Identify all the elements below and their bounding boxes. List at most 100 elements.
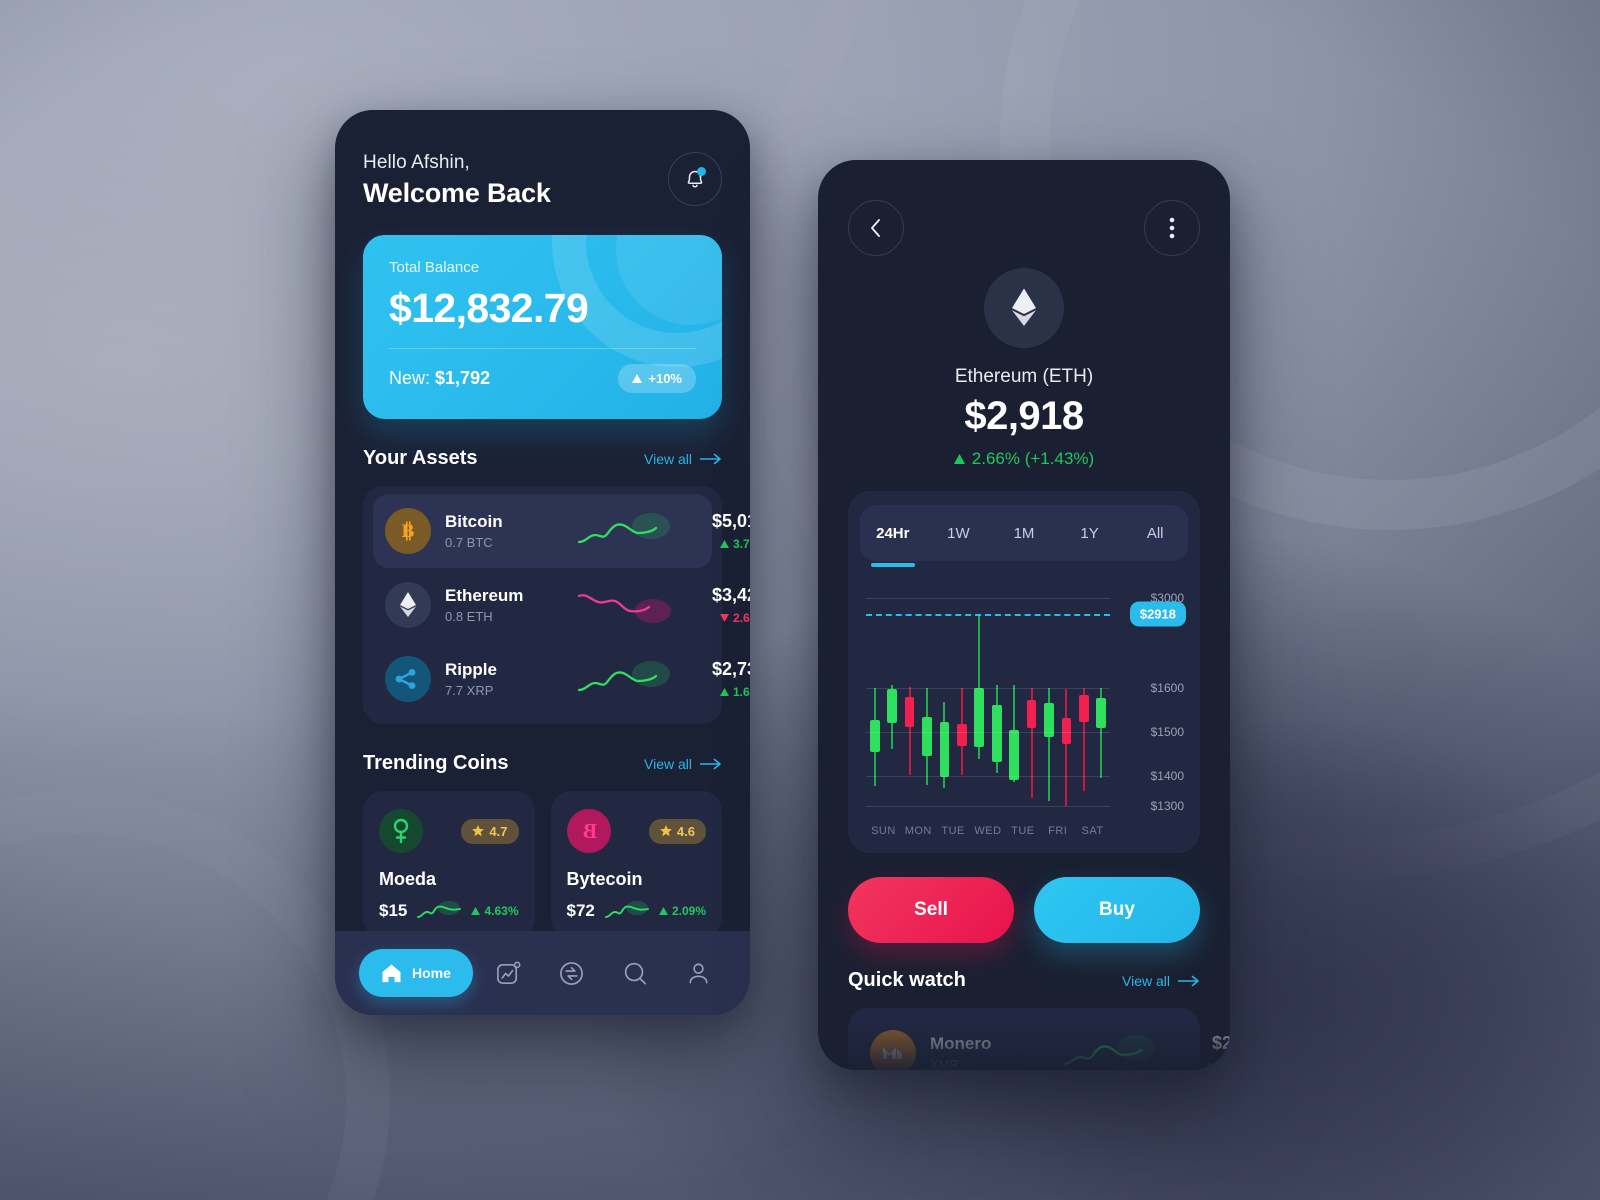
current-price-line	[866, 613, 1110, 616]
candle	[1061, 587, 1072, 819]
nav-item-home[interactable]: Home	[359, 949, 473, 997]
chart-day-label: SAT	[1081, 825, 1104, 837]
tab-label: 24Hr	[876, 524, 910, 542]
candle-body	[904, 696, 915, 727]
quick-watch-list: Monero XMR $258 1.63%	[848, 1008, 1230, 1070]
candle-body	[956, 724, 967, 747]
ethereum-glyph-icon	[400, 592, 416, 617]
candle-body	[1009, 729, 1019, 780]
total-balance-card[interactable]: Total Balance $12,832.79 New: $1,792 +10…	[363, 235, 722, 419]
tab-24hr[interactable]: 24Hr	[860, 505, 926, 561]
chart-y-axis-label: $1400	[1150, 769, 1184, 784]
trending-list: 4.7 Moeda $15 4.63% B 4.6 Bytecoin $72 2…	[363, 791, 722, 938]
monero-icon	[870, 1030, 916, 1070]
asset-holding: 0.7 BTC	[445, 535, 493, 550]
trending-name: Moeda	[379, 869, 437, 889]
triangle-down-icon	[720, 614, 729, 622]
candle	[869, 587, 880, 819]
home-icon	[382, 964, 401, 982]
asset-change: 3.79%	[687, 537, 750, 551]
trending-card-moeda[interactable]: 4.7 Moeda $15 4.63%	[363, 791, 535, 938]
chart-day-label: TUE	[1011, 825, 1035, 837]
quick-watch-price: $258	[1211, 1033, 1230, 1053]
nav-item-chart[interactable]	[481, 960, 536, 987]
sell-button[interactable]: Sell	[848, 877, 1014, 943]
triangle-up-icon	[632, 374, 643, 383]
notification-button[interactable]	[668, 152, 722, 206]
nav-item-profile[interactable]	[671, 960, 726, 987]
chart-y-axis-label: $1600	[1150, 680, 1184, 695]
asset-name: Bitcoin	[445, 512, 503, 531]
quick-watch-view-all-link[interactable]: View all	[1122, 973, 1200, 989]
asset-holding: 7.7 XRP	[445, 683, 494, 698]
chart-gridline	[866, 806, 1110, 808]
trending-change-value: 4.63%	[484, 904, 519, 918]
arrow-right-icon	[700, 453, 721, 464]
candle-body	[922, 716, 932, 757]
sparkline-up-icon	[577, 661, 670, 692]
greeting-hello: Hello Afshin,	[363, 152, 470, 173]
trending-change: 4.63%	[471, 904, 519, 918]
candle	[939, 587, 950, 819]
buy-button[interactable]: Buy	[1034, 877, 1200, 943]
asset-row-ethereum[interactable]: Ethereum 0.8 ETH $3,429 2.63%	[373, 568, 750, 642]
trending-card-bytecoin[interactable]: B 4.6 Bytecoin $72 2.09%	[550, 791, 722, 938]
bitcoin-icon: B	[385, 508, 431, 554]
chart-day-label: FRI	[1048, 825, 1068, 837]
phone-home-screen: Hello Afshin, Welcome Back Total Balance…	[335, 110, 750, 1015]
assets-view-all-link[interactable]: View all	[644, 451, 722, 467]
trending-view-all-link[interactable]: View all	[644, 756, 722, 772]
assets-section-header: Your Assets View all	[363, 447, 722, 470]
triangle-up-icon	[659, 907, 668, 915]
sparkline-up-icon	[604, 901, 649, 918]
asset-sparkline	[577, 659, 673, 699]
candle-body	[991, 704, 1002, 762]
background	[0, 0, 1600, 1200]
profile-icon	[689, 962, 708, 983]
candle-series	[866, 587, 1110, 819]
tab-all[interactable]: All	[1122, 505, 1188, 561]
tab-1m[interactable]: 1M	[991, 505, 1057, 561]
tab-1w[interactable]: 1W	[926, 505, 992, 561]
assets-view-all-label: View all	[644, 450, 692, 467]
candle	[1009, 587, 1019, 819]
chart-day-label: SUN	[871, 825, 896, 837]
ripple-icon	[385, 656, 431, 702]
trending-change-value: 2.09%	[671, 904, 706, 918]
asset-row-ripple[interactable]: Ripple 7.7 XRP $2,731 1.63%	[373, 642, 750, 716]
chart-x-axis-labels: SUN MON TUE WED TUE FRI SAT	[860, 825, 1188, 837]
asset-price: $5,017	[711, 511, 750, 531]
price-chart-card: 24Hr 1W 1M 1Y All $1300 $1400 $1500 $1600 $3…	[848, 491, 1200, 853]
trending-price: $15	[379, 901, 408, 920]
asset-holding: 0.8 ETH	[445, 609, 493, 624]
rating-badge: 4.7	[461, 818, 519, 844]
trending-change: 2.09%	[659, 904, 706, 918]
arrow-right-icon	[1178, 975, 1199, 986]
candle-wick	[1065, 688, 1068, 806]
tab-1y[interactable]: 1Y	[1057, 505, 1123, 561]
nav-item-exchange[interactable]	[544, 960, 599, 987]
more-options-button[interactable]	[1144, 200, 1200, 256]
moeda-icon	[379, 809, 423, 853]
bytecoin-icon: B	[566, 809, 611, 853]
assets-title: Your Assets	[363, 447, 478, 469]
tab-label: All	[1146, 524, 1164, 542]
nav-item-search[interactable]	[607, 960, 662, 987]
quick-watch-row-monero[interactable]: Monero XMR $258 1.63%	[858, 1016, 1230, 1070]
candle	[974, 587, 985, 819]
trending-price: $72	[566, 901, 595, 920]
asset-sparkline	[577, 511, 673, 551]
sparkline-up-icon	[1062, 1035, 1155, 1066]
asset-row-bitcoin[interactable]: B Bitcoin 0.7 BTC $5,017	[373, 494, 750, 568]
candlestick-chart[interactable]: $1300 $1400 $1500 $1600 $3000 $2918	[860, 587, 1188, 819]
chart-gridline	[866, 687, 1110, 689]
candle	[1026, 587, 1037, 819]
arrow-right-icon	[700, 758, 721, 769]
coin-summary: Ethereum (ETH) $2,918 2.66% (+1.43%)	[848, 268, 1200, 469]
tab-label: 1W	[947, 524, 970, 542]
chart-y-axis-label: $1500	[1150, 725, 1184, 739]
coin-price: $2,918	[964, 394, 1084, 438]
back-button[interactable]	[848, 200, 904, 256]
quick-watch-change-value: 1.63%	[1217, 1059, 1230, 1070]
candle-body	[869, 719, 880, 752]
